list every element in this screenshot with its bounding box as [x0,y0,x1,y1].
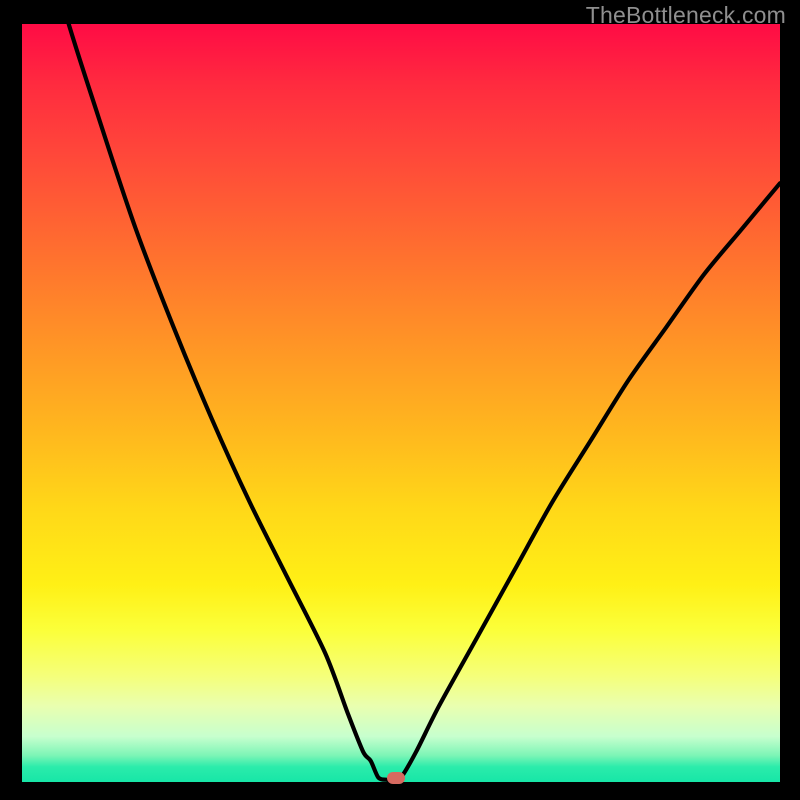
curve-svg [22,24,780,782]
bottleneck-curve [22,0,780,780]
optimum-marker [387,772,405,784]
chart-frame: TheBottleneck.com [0,0,800,800]
plot-area [22,24,780,782]
watermark-text: TheBottleneck.com [586,2,786,29]
